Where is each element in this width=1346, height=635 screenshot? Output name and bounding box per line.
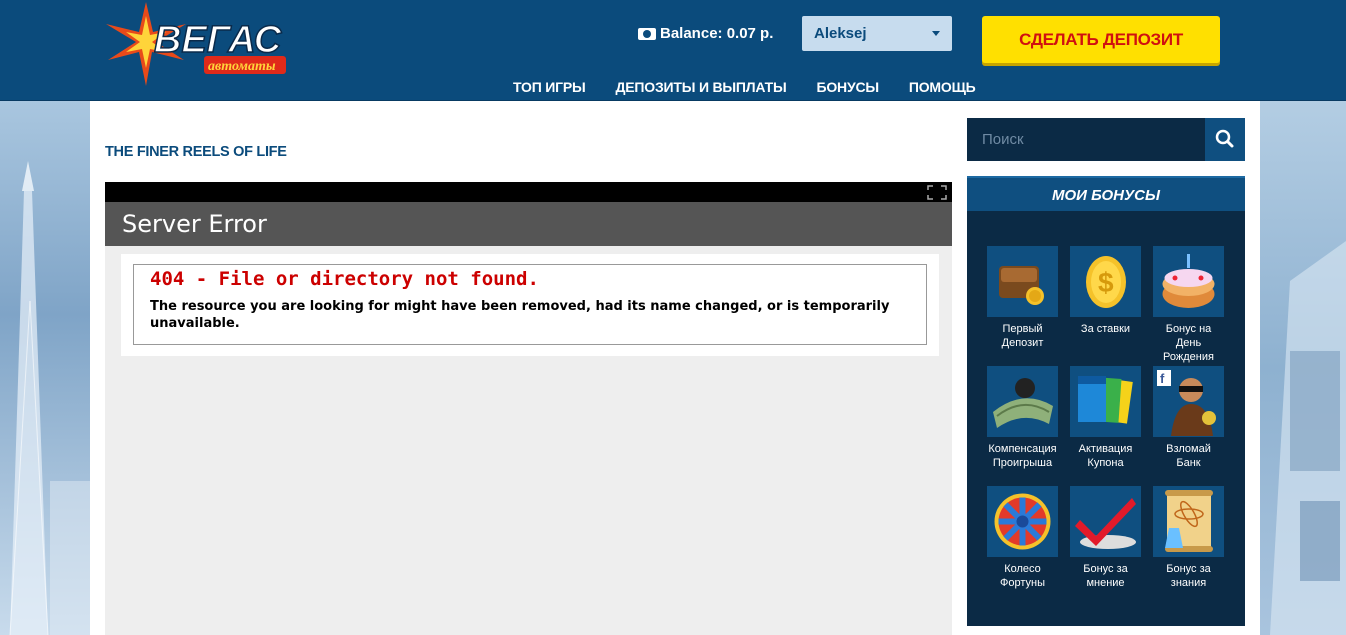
cash-fan-icon [993,378,1053,428]
nav-bonuses[interactable]: БОНУСЫ [816,79,879,95]
bonus-label: За ставки [1080,323,1131,335]
wallet-icon [999,266,1044,305]
checkmark-icon [1075,498,1136,549]
error-message: The resource you are looking for might h… [150,299,890,331]
bonus-loss-compensation[interactable]: Компенсация Проигрыша [987,366,1058,486]
user-name: Aleksej [814,25,867,42]
search-box [967,118,1245,161]
cake-icon [1162,254,1215,308]
nav-deposits-payouts[interactable]: ДЕПОЗИТЫ И ВЫПЛАТЫ [616,79,787,95]
cash-icon [638,27,656,40]
logo-main-text: ВЕГАС [154,19,282,61]
page-title: THE FINER REELS OF LIFE [105,144,287,160]
bonus-birthday[interactable]: Бонус на День Рождения [1153,246,1224,366]
nav-top-games[interactable]: ТОП ИГРЫ [513,79,586,95]
site-logo[interactable]: ВЕГАС автоматы [106,2,296,86]
frame-toolbar [105,182,952,202]
coupon-icon [1078,376,1133,424]
bonuses-grid: Первый Депозит $ За ставки Бонус на День… [987,246,1224,606]
bonus-coupon-activation[interactable]: Активация Купона [1070,366,1141,486]
chevron-down-icon [932,31,940,36]
nav-help[interactable]: ПОМОЩЬ [909,79,976,95]
coins-icon: $ [1086,256,1126,308]
bonus-label: Компенсация Проигрыша [988,443,1057,469]
bonus-label: Первый Депозит [1001,323,1044,349]
bonus-first-deposit[interactable]: Первый Депозит [987,246,1058,366]
site-header: ВЕГАС автоматы Balance: 0.07 р. Aleksej … [0,0,1346,101]
search-icon [1215,129,1234,148]
bonus-label: Активация Купона [1078,443,1133,469]
svg-text:f: f [1160,371,1165,386]
bonus-fortune-wheel[interactable]: Колесо Фортуны [987,486,1058,606]
scroll-atom-icon [1165,490,1213,552]
bonuses-title: МОИ БОНУСЫ [967,176,1245,211]
balance-display: Balance: 0.07 р. [638,25,773,42]
main-nav: ТОП ИГРЫ ДЕПОЗИТЫ И ВЫПЛАТЫ БОНУСЫ ПОМОЩ… [513,79,976,95]
background-left-decoration [0,101,90,635]
balance-label: Balance: 0.07 р. [660,25,774,42]
bonus-label: Бонус за мнение [1083,563,1128,589]
svg-text:$: $ [1098,267,1114,298]
server-error-heading: Server Error [105,202,952,246]
bonus-for-knowledge[interactable]: Бонус за знания [1153,486,1224,606]
game-frame: Server Error 404 - File or directory not… [105,182,952,635]
logo-sub-text: автоматы [208,59,276,74]
background-right-decoration [1260,101,1346,635]
error-title: 404 - File or directory not found. [150,268,539,290]
search-button[interactable] [1205,118,1245,161]
wheel-icon [994,493,1051,550]
fullscreen-icon[interactable] [927,185,947,200]
bonus-for-bets[interactable]: $ За ставки [1070,246,1141,366]
user-dropdown[interactable]: Aleksej [802,16,952,51]
deposit-button[interactable]: СДЕЛАТЬ ДЕПОЗИТ [982,16,1220,63]
bonus-crack-bank[interactable]: f Взломай Банк [1153,366,1224,486]
robber-icon: f [1157,370,1216,436]
my-bonuses-panel: МОИ БОНУСЫ Первый Депозит $ За ставки Бо… [967,176,1245,626]
bonus-for-opinion[interactable]: Бонус за мнение [1070,486,1141,606]
search-input[interactable] [967,118,1205,161]
error-box: 404 - File or directory not found. The r… [121,254,939,356]
bonus-label: Колесо Фортуны [1000,563,1045,589]
bonus-label: Бонус на День Рождения [1163,323,1214,363]
bonus-label: Взломай Банк [1166,443,1211,469]
bonus-label: Бонус за знания [1166,563,1211,589]
